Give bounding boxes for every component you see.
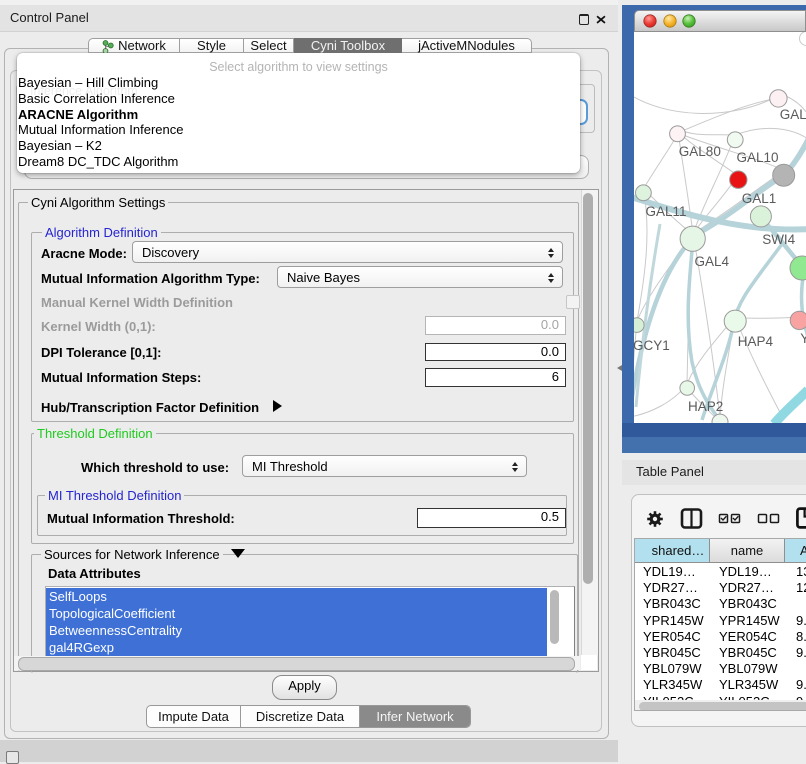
svg-text:GAL11: GAL11 (646, 204, 687, 219)
svg-text:Y: Y (800, 331, 806, 346)
svg-text:GAL80: GAL80 (679, 144, 721, 159)
svg-text:GAL: GAL (780, 107, 806, 122)
svg-text:SWI4: SWI4 (762, 232, 795, 247)
svg-text:HAP2: HAP2 (688, 399, 723, 414)
svg-text:HAP4: HAP4 (738, 334, 774, 349)
svg-text:GAL10: GAL10 (737, 150, 779, 165)
svg-text:GAL4: GAL4 (695, 254, 730, 269)
svg-text:GAL1: GAL1 (742, 191, 777, 206)
svg-text:GCY1: GCY1 (634, 338, 670, 353)
